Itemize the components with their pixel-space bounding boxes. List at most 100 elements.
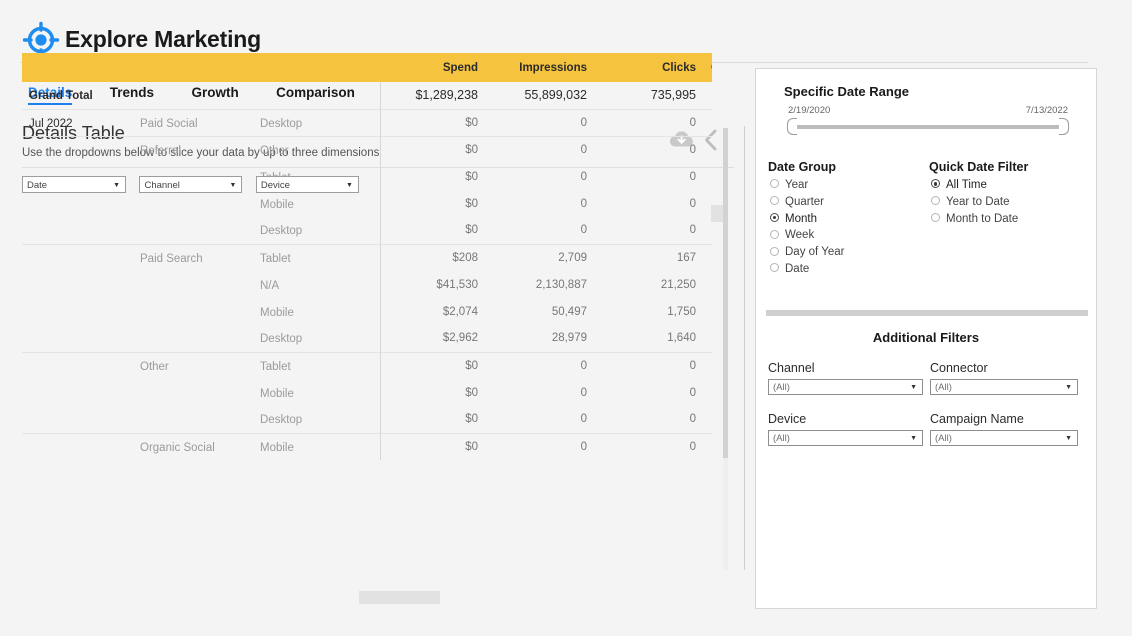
table-row[interactable]: Desktop$2,96228,9791,640 <box>22 325 712 352</box>
page-title: Explore Marketing <box>65 26 261 53</box>
table-row[interactable]: Paid SearchTablet$2082,709167 <box>22 244 712 271</box>
chevron-down-icon: ▼ <box>113 182 120 189</box>
table-row[interactable]: Mobile$2,07450,4971,750 <box>22 298 712 325</box>
column-header-clicks[interactable]: Clicks <box>598 53 707 82</box>
radio-icon <box>770 213 779 222</box>
table-row-grand-total[interactable]: Grand Total $1,289,238 55,899,032 735,99… <box>22 82 712 109</box>
filter-connector-select[interactable]: (All) ▼ <box>930 379 1078 395</box>
cell-impressions: 0 <box>489 190 598 217</box>
cell-device: Mobile <box>260 379 380 406</box>
table-vertical-scrollbar-thumb[interactable] <box>723 128 728 458</box>
date-group-option-date[interactable]: Date <box>770 263 844 280</box>
table-row[interactable]: ReferralOther$000 <box>22 136 712 163</box>
cell-clicks: 1,640 <box>598 325 707 352</box>
quick-date-filter-option-all-time[interactable]: All Time <box>931 179 1018 196</box>
cell-date <box>22 352 140 379</box>
quick-date-filter-title: Quick Date Filter <box>929 160 1028 174</box>
date-range-slider-handle-start[interactable] <box>787 118 797 135</box>
table-row[interactable]: Desktop$000 <box>22 217 712 244</box>
cell-impressions: 0 <box>489 352 598 379</box>
table-row[interactable]: N/A$41,5302,130,88721,250 <box>22 271 712 298</box>
filter-channel-label: Channel <box>768 361 923 375</box>
cell-conversions-truncated <box>707 406 712 433</box>
date-range-slider-track[interactable] <box>791 125 1064 129</box>
quick-date-filter-option-month-to-date[interactable]: Month to Date <box>931 213 1018 230</box>
filter-channel-select[interactable]: (All) ▼ <box>768 379 923 395</box>
date-group-option-year[interactable]: Year <box>770 179 844 196</box>
cell-impressions: 0 <box>489 109 598 136</box>
date-range-end-label: 7/13/2022 <box>1026 105 1068 116</box>
cell-channel <box>140 298 260 325</box>
cell-impressions: 50,497 <box>489 298 598 325</box>
cell-clicks: 0 <box>598 136 707 163</box>
quick-date-filter-option-year-to-date[interactable]: Year to Date <box>931 196 1018 213</box>
cell-clicks: 0 <box>598 217 707 244</box>
chevron-down-icon: ▼ <box>1065 435 1072 442</box>
filter-device-select[interactable]: (All) ▼ <box>768 430 923 446</box>
filter-device: Device (All) ▼ <box>768 412 923 446</box>
column-header-impressions[interactable]: Impressions <box>489 53 598 82</box>
specific-date-range-title: Specific Date Range <box>784 84 909 99</box>
cell-device: Desktop <box>260 406 380 433</box>
cell-clicks: 0 <box>598 352 707 379</box>
details-table-scroll-region[interactable]: Spend Impressions Clicks C Grand Total $… <box>22 53 712 575</box>
cell-conversions-truncated <box>707 325 712 352</box>
date-group-title: Date Group <box>768 160 836 174</box>
filter-campaign-name-select[interactable]: (All) ▼ <box>930 430 1078 446</box>
date-group-option-day-of-year[interactable]: Day of Year <box>770 246 844 263</box>
dimension-dropdown-2[interactable]: Channel ▼ <box>139 176 242 193</box>
cell-date <box>22 271 140 298</box>
table-row[interactable]: Jul 2022Paid SocialDesktop$000 <box>22 109 712 136</box>
table-row[interactable]: Desktop$000 <box>22 406 712 433</box>
column-header-spend[interactable]: Spend <box>380 53 489 82</box>
cell-channel <box>140 271 260 298</box>
cell-impressions: 2,709 <box>489 244 598 271</box>
cell-clicks: 21,250 <box>598 271 707 298</box>
date-group-option-quarter[interactable]: Quarter <box>770 196 844 213</box>
cell-spend: $0 <box>380 109 489 136</box>
radio-icon <box>770 179 779 188</box>
cell-channel: Paid Search <box>140 244 260 271</box>
quick-date-filter-option-label: All Time <box>946 179 987 191</box>
chevron-down-icon: ▼ <box>230 182 237 189</box>
cell-spend: $2,962 <box>380 325 489 352</box>
cell-spend: $208 <box>380 244 489 271</box>
app-root: Explore Marketing Details Trends Growth … <box>0 0 1132 636</box>
date-range-slider-handle-end[interactable] <box>1059 118 1069 135</box>
cell-conversions-truncated <box>707 352 712 379</box>
table-row[interactable]: Mobile$000 <box>22 190 712 217</box>
dimension-dropdown-1[interactable]: Date ▼ <box>22 176 126 193</box>
cell-clicks: 0 <box>598 190 707 217</box>
cell-date <box>22 217 140 244</box>
column-header-conversions-truncated[interactable]: C <box>707 53 712 82</box>
dimension-dropdown-group: Date ▼ Channel ▼ Device ▼ <box>22 176 368 194</box>
date-group-option-month[interactable]: Month <box>770 213 844 230</box>
table-horizontal-scrollbar-thumb[interactable] <box>359 591 440 604</box>
cell-channel <box>140 406 260 433</box>
date-group-option-label: Day of Year <box>785 246 844 258</box>
filter-connector: Connector (All) ▼ <box>930 361 1078 395</box>
radio-icon <box>770 230 779 239</box>
panel-divider <box>744 126 745 570</box>
details-table-body: Grand Total $1,289,238 55,899,032 735,99… <box>22 82 712 460</box>
cell-spend: $0 <box>380 163 489 190</box>
cell-impressions: 2,130,887 <box>489 271 598 298</box>
cell-device: Tablet <box>260 352 380 379</box>
cell-date <box>22 190 140 217</box>
date-group-option-week[interactable]: Week <box>770 229 844 246</box>
radio-icon <box>931 196 940 205</box>
grand-total-label: Grand Total <box>29 90 93 102</box>
cell-channel <box>140 217 260 244</box>
cell-spend: $0 <box>380 433 489 460</box>
date-range-start-label: 2/19/2020 <box>788 105 830 116</box>
cell-impressions: 0 <box>489 433 598 460</box>
cell-channel: Paid Social <box>140 109 260 136</box>
cell-channel <box>140 379 260 406</box>
dimension-dropdown-3[interactable]: Device ▼ <box>256 176 359 193</box>
cell-device: Other <box>260 136 380 163</box>
table-row[interactable]: Organic SocialMobile$000 <box>22 433 712 460</box>
table-row[interactable]: Mobile$000 <box>22 379 712 406</box>
cell-spend: $0 <box>380 406 489 433</box>
cell-device: Mobile <box>260 298 380 325</box>
table-row[interactable]: OtherTablet$000 <box>22 352 712 379</box>
